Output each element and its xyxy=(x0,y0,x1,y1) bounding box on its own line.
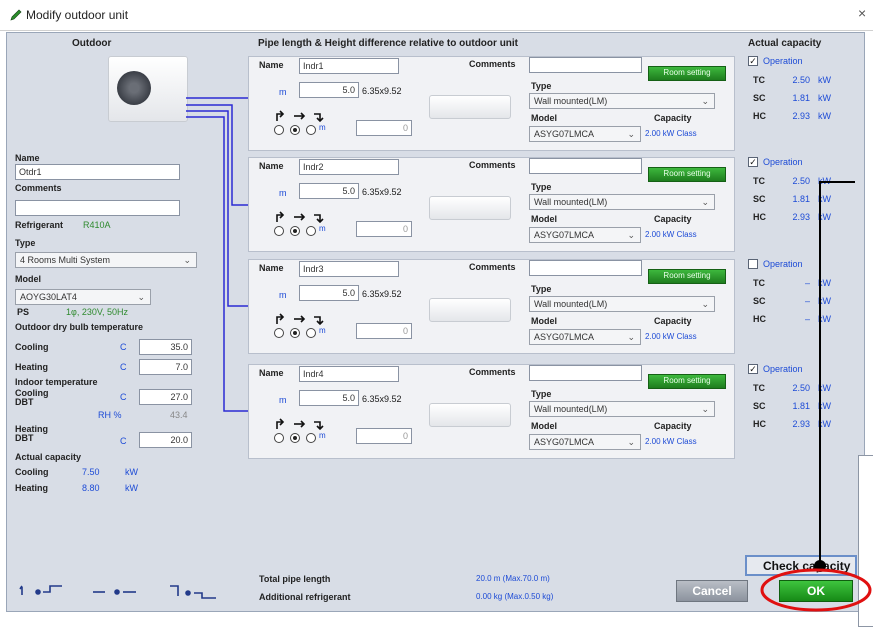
annotation-overlay xyxy=(760,181,872,612)
